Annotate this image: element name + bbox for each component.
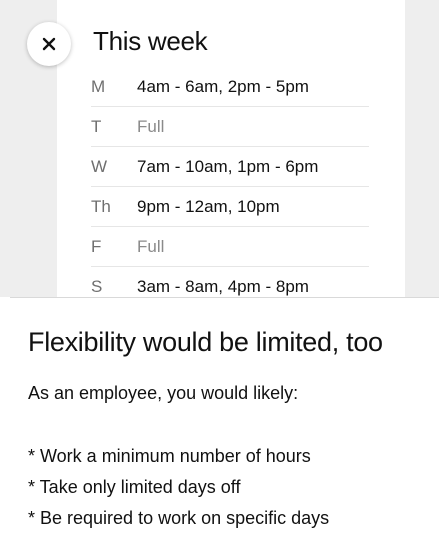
hours-value: Full xyxy=(137,116,165,136)
schedule-row: T Full xyxy=(91,107,369,147)
close-icon xyxy=(42,37,56,51)
day-label: F xyxy=(91,236,102,256)
schedule-row: M 4am - 6am, 2pm - 5pm xyxy=(91,67,369,107)
schedule-card: This week M 4am - 6am, 2pm - 5pm T Full … xyxy=(57,0,405,297)
schedule-row: W 7am - 10am, 1pm - 6pm xyxy=(91,147,369,187)
list-item: * Work a minimum number of hours xyxy=(28,446,311,466)
day-label: M xyxy=(91,76,106,96)
schedule-illustration: This week M 4am - 6am, 2pm - 5pm T Full … xyxy=(0,0,439,297)
hours-value: 7am - 10am, 1pm - 6pm xyxy=(137,156,319,176)
section-divider xyxy=(10,297,439,298)
list-item: * Be required to work on specific days xyxy=(28,508,330,528)
list-item: * Take only limited days off xyxy=(28,477,241,497)
bullet-list: * Work a minimum number of hours * Take … xyxy=(28,443,329,536)
intro-text: As an employee, you would likely: xyxy=(28,383,299,403)
hours-value: 9pm - 12am, 10pm xyxy=(137,196,280,216)
schedule-row: F Full xyxy=(91,227,369,267)
close-button[interactable] xyxy=(27,22,71,66)
day-label: W xyxy=(91,156,108,176)
day-label: Th xyxy=(91,196,111,216)
hours-value: 4am - 6am, 2pm - 5pm xyxy=(137,76,309,96)
day-label: T xyxy=(91,116,102,136)
card-title: This week xyxy=(93,26,208,56)
day-label: S xyxy=(91,277,103,296)
schedule-list: M 4am - 6am, 2pm - 5pm T Full W 7am - 10… xyxy=(91,67,369,297)
schedule-row: Th 9pm - 12am, 10pm xyxy=(91,187,369,227)
hours-value: 3am - 8am, 4pm - 8pm xyxy=(137,277,309,296)
schedule-row: S 3am - 8am, 4pm - 8pm xyxy=(91,267,369,297)
section-heading: Flexibility would be limited, too xyxy=(28,327,383,357)
hours-value: Full xyxy=(137,236,165,256)
